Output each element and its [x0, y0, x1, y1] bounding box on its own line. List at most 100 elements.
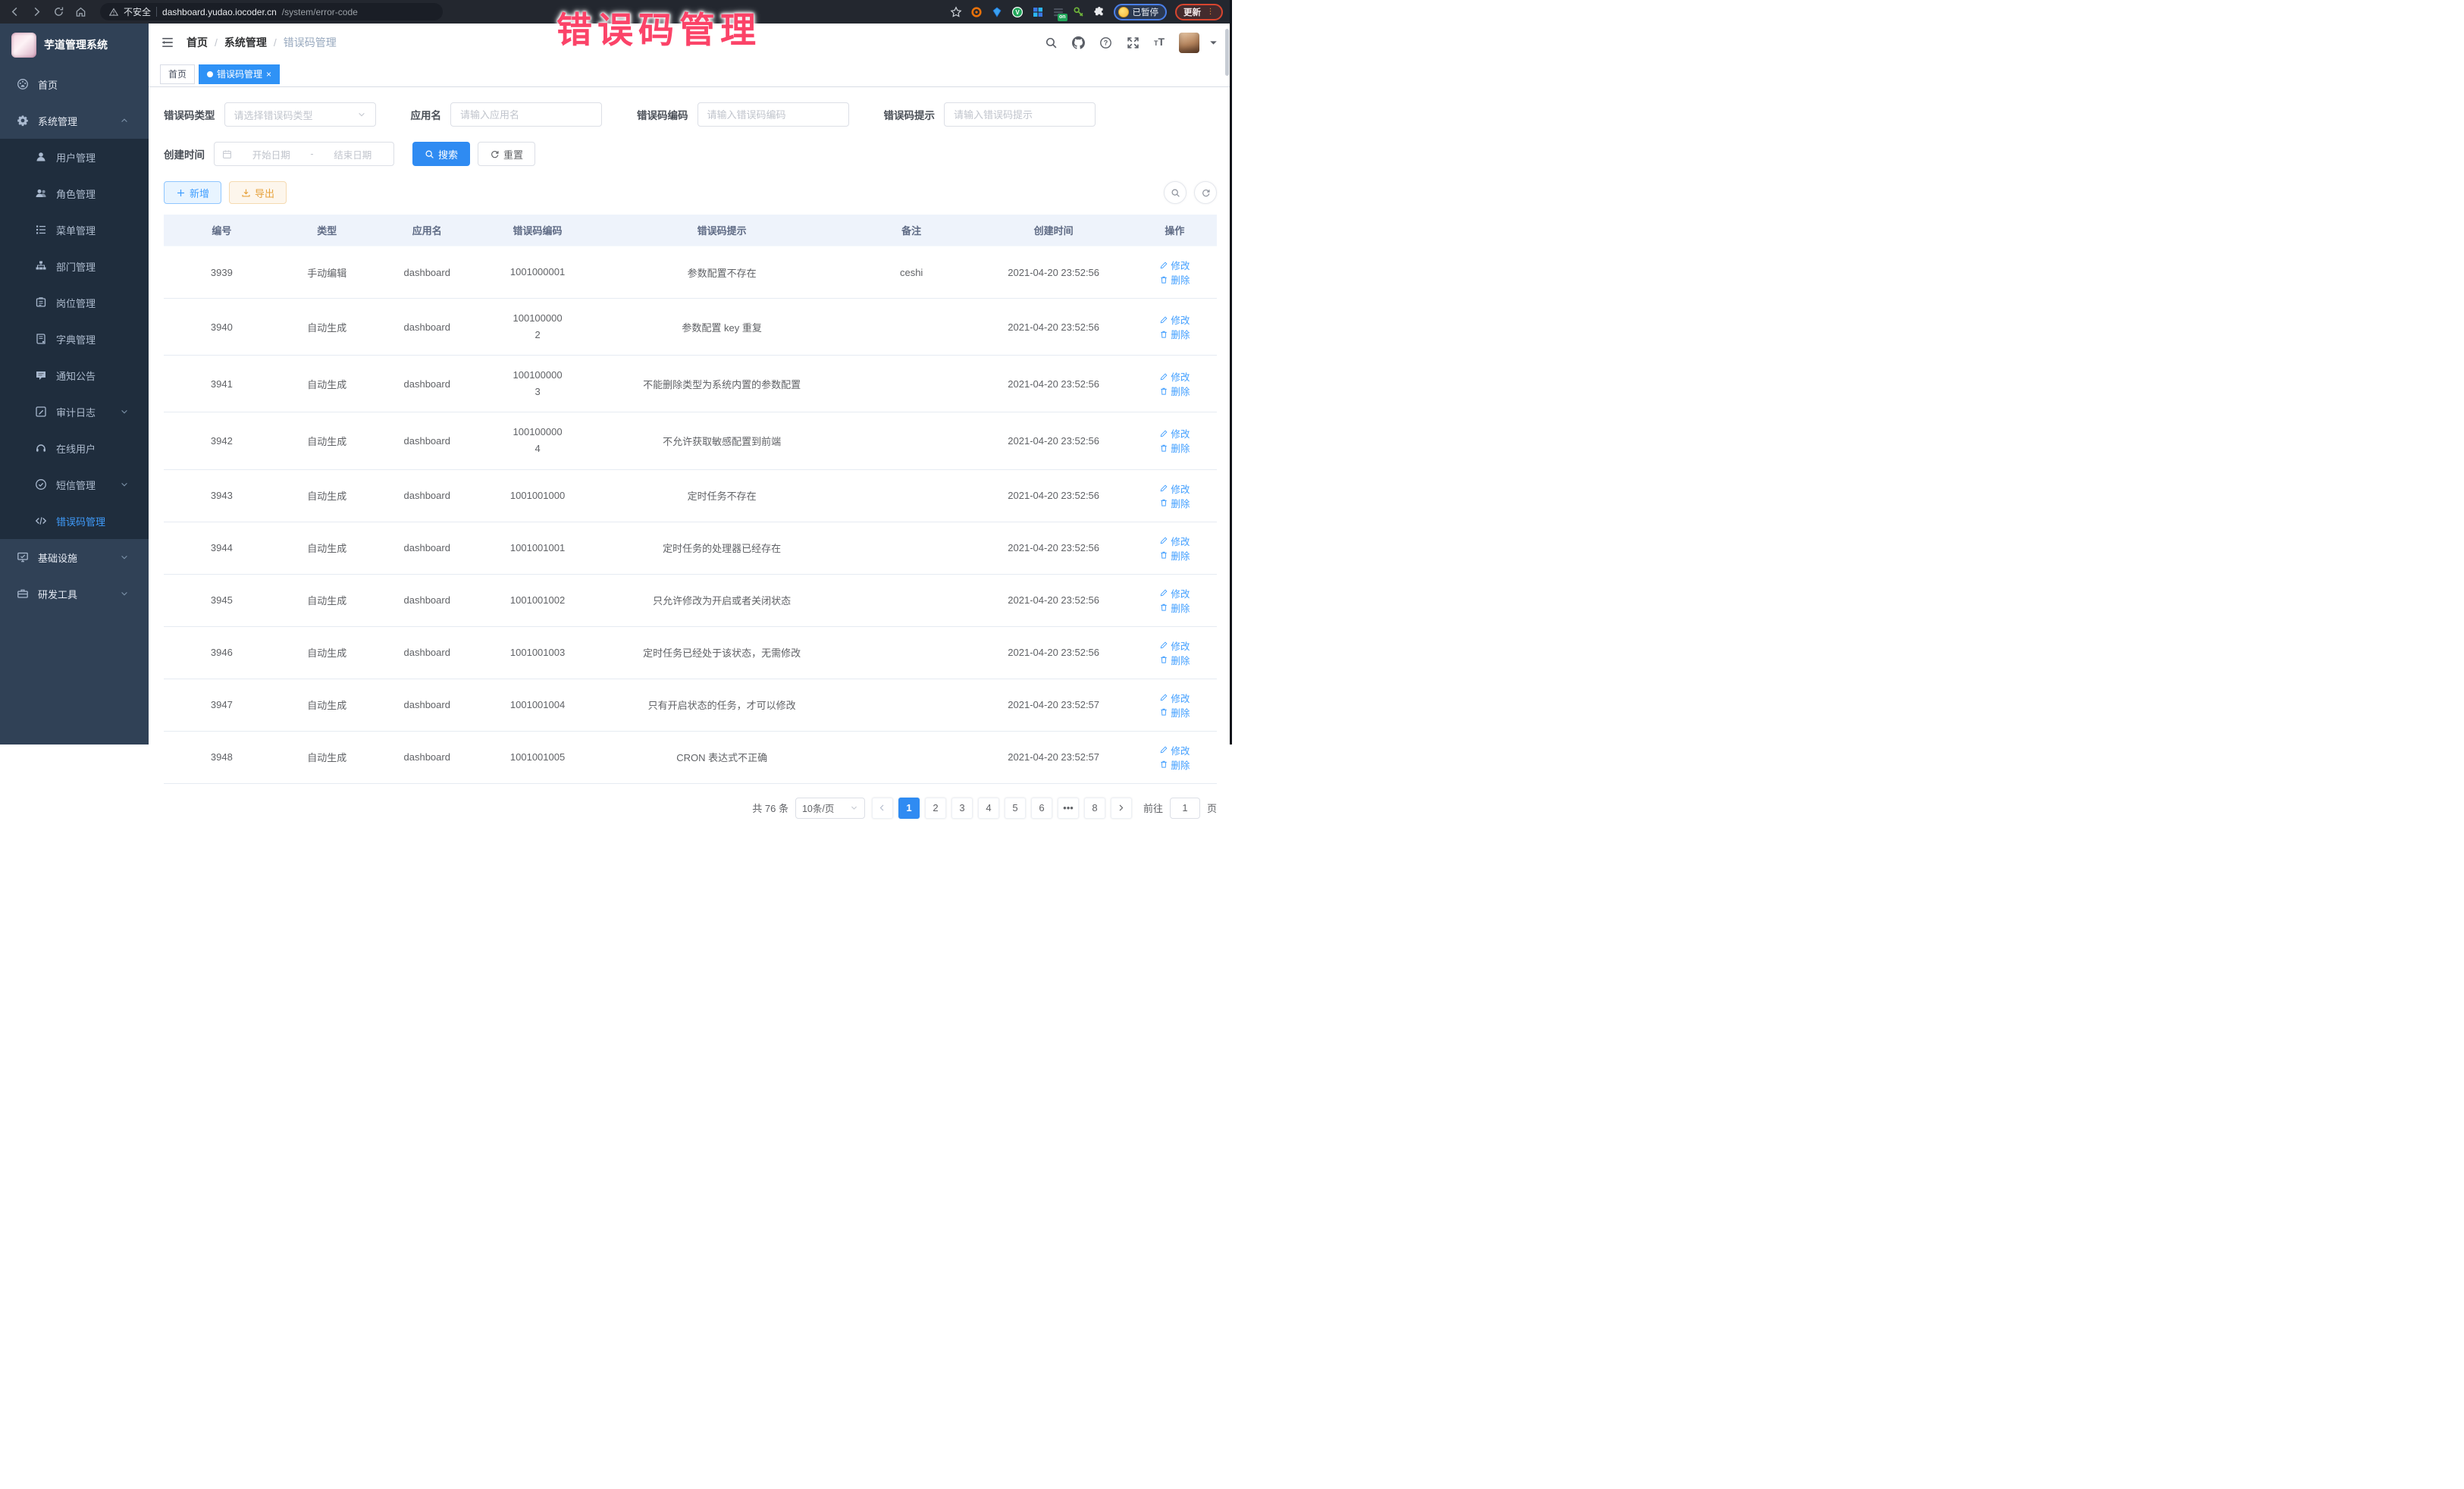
edit-link[interactable]: 修改: [1159, 638, 1190, 653]
sidebar-item-sms-management[interactable]: 短信管理: [0, 466, 149, 503]
edit-link[interactable]: 修改: [1159, 586, 1190, 600]
delete-link[interactable]: 删除: [1159, 548, 1190, 563]
back-icon[interactable]: [9, 6, 20, 17]
avatar-caret-down-icon[interactable]: [1207, 36, 1220, 49]
browser-profile-chip[interactable]: 已暂停: [1114, 4, 1168, 20]
cell-create-time: 2021-04-20 23:52:56: [974, 246, 1132, 299]
sidebar-item-dev-tools[interactable]: 研发工具: [0, 575, 149, 612]
chevron-down-icon: [120, 589, 129, 598]
sidebar-toggle-hamburger-icon[interactable]: [161, 36, 174, 49]
next-page-button[interactable]: [1111, 798, 1132, 819]
github-icon[interactable]: [1072, 36, 1085, 49]
sidebar-item-post-management[interactable]: 岗位管理: [0, 284, 149, 321]
column-header: 类型: [280, 215, 375, 246]
sidebar-item-dept-management[interactable]: 部门管理: [0, 248, 149, 284]
font-size-icon[interactable]: TT: [1154, 36, 1165, 49]
error-msg-input[interactable]: [944, 102, 1096, 127]
bookmark-star-icon[interactable]: [950, 6, 962, 18]
browser-update-button[interactable]: 更新 ⋮: [1175, 4, 1223, 20]
cell-error-code: 1001001002: [480, 574, 596, 626]
app-name-input[interactable]: [450, 102, 602, 127]
breadcrumb-system[interactable]: 系统管理: [224, 35, 267, 50]
extension-key-icon[interactable]: [1073, 6, 1085, 18]
sidebar-item-infrastructure[interactable]: 基础设施: [0, 539, 149, 575]
reset-button[interactable]: 重置: [478, 142, 535, 166]
extension-v-badge-icon[interactable]: V: [1011, 6, 1024, 18]
help-icon[interactable]: ?: [1099, 36, 1112, 49]
breadcrumb-home[interactable]: 首页: [187, 35, 208, 50]
cell-type: 自动生成: [280, 574, 375, 626]
delete-link[interactable]: 删除: [1159, 327, 1190, 341]
tab-close-icon[interactable]: ×: [266, 70, 271, 79]
pagination-page-button[interactable]: 1: [898, 798, 920, 819]
prev-page-button[interactable]: [872, 798, 893, 819]
top-navbar: 首页 / 系统管理 / 错误码管理 ? TT: [149, 24, 1232, 61]
cell-id: 3941: [164, 356, 280, 412]
edit-link[interactable]: 修改: [1159, 481, 1190, 496]
pagination-page-button[interactable]: 2: [925, 798, 946, 819]
edit-link[interactable]: 修改: [1159, 258, 1190, 272]
pagination-page-button[interactable]: 3: [951, 798, 973, 819]
export-button[interactable]: 导出: [229, 181, 287, 204]
delete-link[interactable]: 删除: [1159, 600, 1190, 615]
edit-icon: [1159, 429, 1168, 438]
fullscreen-icon[interactable]: [1127, 36, 1140, 49]
goto-page-input[interactable]: [1170, 798, 1200, 819]
pagination-page-button[interactable]: 8: [1084, 798, 1105, 819]
search-icon[interactable]: [1045, 36, 1058, 49]
error-code-input[interactable]: [698, 102, 849, 127]
reload-icon[interactable]: [53, 6, 64, 17]
browser-menu-icon[interactable]: ⋮: [1206, 8, 1215, 16]
tab-home[interactable]: 首页: [160, 64, 195, 84]
sidebar-item-audit-log[interactable]: 审计日志: [0, 393, 149, 430]
extension-target-icon[interactable]: [970, 6, 983, 18]
action-label: 删除: [1171, 272, 1190, 287]
date-range-picker[interactable]: 开始日期 - 结束日期: [214, 142, 394, 166]
sidebar-item-online-users[interactable]: 在线用户: [0, 430, 149, 466]
edit-link[interactable]: 修改: [1159, 691, 1190, 705]
delete-link[interactable]: 删除: [1159, 757, 1190, 772]
extension-gem-icon[interactable]: [991, 6, 1003, 18]
delete-link[interactable]: 删除: [1159, 705, 1190, 719]
edit-icon: [1159, 641, 1168, 650]
sidebar-item-home[interactable]: 首页: [0, 66, 149, 102]
delete-link[interactable]: 删除: [1159, 496, 1190, 510]
edit-link[interactable]: 修改: [1159, 426, 1190, 440]
extension-vpn-icon[interactable]: on: [1052, 6, 1064, 18]
reset-button-label: 重置: [503, 147, 523, 161]
user-avatar[interactable]: [1179, 33, 1199, 53]
edit-link[interactable]: 修改: [1159, 369, 1190, 384]
pagination-page-button[interactable]: 5: [1005, 798, 1026, 819]
extension-grid-icon[interactable]: [1032, 6, 1044, 18]
search-button[interactable]: 搜索: [412, 142, 470, 166]
refresh-table-button[interactable]: [1194, 181, 1217, 204]
tab-error-code-management[interactable]: 错误码管理 ×: [199, 64, 280, 84]
edit-link[interactable]: 修改: [1159, 743, 1190, 757]
sidebar-item-system-management[interactable]: 系统管理: [0, 102, 149, 139]
sidebar-item-notice-announcement[interactable]: 通知公告: [0, 357, 149, 393]
address-bar[interactable]: 不安全 dashboard.yudao.iocoder.cn/system/er…: [100, 3, 443, 20]
toggle-search-button[interactable]: [1164, 181, 1187, 204]
error-type-select[interactable]: 请选择错误码类型: [224, 102, 376, 127]
delete-link[interactable]: 删除: [1159, 440, 1190, 455]
extensions-puzzle-icon[interactable]: [1093, 6, 1105, 18]
pagination-page-button[interactable]: 6: [1031, 798, 1052, 819]
home-icon[interactable]: [75, 6, 86, 17]
vertical-scrollbar[interactable]: [1225, 29, 1229, 76]
pagination-page-button[interactable]: 4: [978, 798, 999, 819]
edit-link[interactable]: 修改: [1159, 534, 1190, 548]
add-button[interactable]: 新增: [164, 181, 221, 204]
sidebar-item-role-management[interactable]: 角色管理: [0, 175, 149, 212]
app-logo-row[interactable]: 芋道管理系统: [0, 24, 149, 66]
sidebar-item-error-code-management[interactable]: 错误码管理: [0, 503, 149, 539]
sidebar-item-dict-management[interactable]: 字典管理: [0, 321, 149, 357]
delete-link[interactable]: 删除: [1159, 272, 1190, 287]
sidebar-item-menu-management[interactable]: 菜单管理: [0, 212, 149, 248]
delete-link[interactable]: 删除: [1159, 653, 1190, 667]
delete-link[interactable]: 删除: [1159, 384, 1190, 398]
pagination-ellipsis[interactable]: •••: [1058, 798, 1079, 819]
edit-link[interactable]: 修改: [1159, 312, 1190, 327]
page-size-select[interactable]: 10条/页: [795, 798, 865, 819]
forward-icon[interactable]: [31, 6, 42, 17]
sidebar-item-user-management[interactable]: 用户管理: [0, 139, 149, 175]
